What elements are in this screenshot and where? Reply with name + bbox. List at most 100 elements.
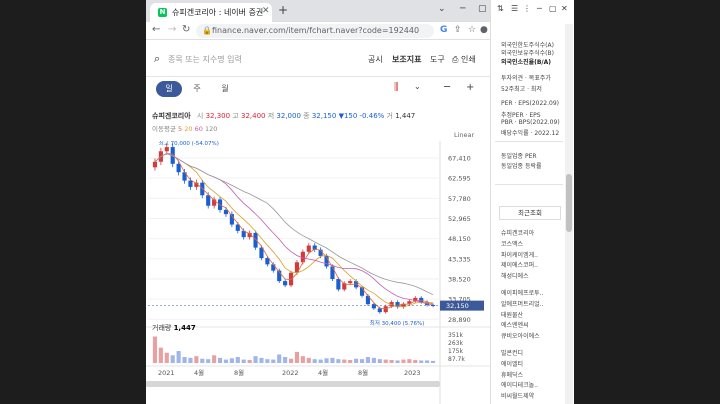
active-tab[interactable]: N 슈피겐코리아 : 네이버 증권 ✕ bbox=[150, 3, 272, 22]
candle-body[interactable] bbox=[206, 195, 211, 206]
search-input[interactable]: 종목 또는 지수명 입력 bbox=[168, 54, 242, 65]
tab-day[interactable]: 일 bbox=[156, 81, 182, 97]
volume-bar[interactable] bbox=[377, 359, 382, 363]
back-icon[interactable]: ← bbox=[152, 24, 160, 35]
volume-bar[interactable] bbox=[383, 359, 388, 363]
volume-bar[interactable] bbox=[182, 357, 187, 363]
extension-icon[interactable]: ⇅ bbox=[497, 4, 504, 13]
candle-body[interactable] bbox=[306, 245, 311, 252]
volume-bar[interactable] bbox=[158, 347, 163, 363]
candle-body[interactable] bbox=[271, 264, 276, 271]
menu-icon[interactable]: ⋮ bbox=[523, 4, 531, 13]
volume-bar[interactable] bbox=[259, 357, 264, 363]
candle-body[interactable] bbox=[188, 180, 193, 187]
volume-bar[interactable] bbox=[324, 358, 329, 363]
tab-week[interactable]: 주 bbox=[190, 81, 204, 97]
volume-bar[interactable] bbox=[152, 336, 158, 363]
volume-bar[interactable] bbox=[342, 359, 347, 363]
recent-stock-link[interactable]: 큐비오아이에스 bbox=[501, 331, 540, 340]
scrollbar-thumb[interactable] bbox=[566, 174, 572, 232]
minimize-icon[interactable]: ─ bbox=[460, 4, 465, 14]
volume-bar[interactable] bbox=[223, 359, 229, 363]
recent-stock-link[interactable]: 코스맥스 bbox=[501, 239, 523, 248]
volume-bar[interactable] bbox=[235, 357, 240, 363]
volume-bar[interactable] bbox=[330, 357, 335, 363]
volume-bar[interactable] bbox=[253, 356, 258, 363]
candle-body[interactable] bbox=[371, 304, 376, 309]
profile-icon[interactable]: ● bbox=[480, 25, 488, 35]
candle-body[interactable] bbox=[419, 297, 424, 303]
volume-bar[interactable] bbox=[365, 357, 371, 363]
volume-bar[interactable] bbox=[164, 352, 169, 363]
volume-bar[interactable] bbox=[294, 351, 300, 363]
ma-20[interactable]: 20 bbox=[184, 125, 192, 133]
scrollbar[interactable] bbox=[565, 24, 573, 404]
volume-bar[interactable] bbox=[419, 360, 424, 363]
close-window-icon[interactable]: ✕ bbox=[561, 4, 568, 13]
volume-bar[interactable] bbox=[288, 358, 294, 363]
address-bar[interactable]: 🔒 finance.naver.com/item/fchart.naver?co… bbox=[196, 24, 434, 38]
google-icon[interactable]: G bbox=[440, 25, 447, 35]
volume-bar[interactable] bbox=[170, 355, 175, 363]
recent-header[interactable]: 최근조회 bbox=[499, 206, 561, 220]
share-icon[interactable]: ⇪ bbox=[454, 25, 462, 35]
volume-bar[interactable] bbox=[194, 356, 199, 363]
recent-stock-link[interactable]: 휴메딕스 bbox=[501, 370, 523, 379]
ma-60[interactable]: 60 bbox=[195, 125, 203, 133]
volume-bar[interactable] bbox=[407, 359, 412, 363]
volume-bar[interactable] bbox=[265, 359, 270, 363]
volume-bar[interactable] bbox=[300, 356, 305, 363]
recent-stock-link[interactable]: 알에프머트리얼.. bbox=[501, 299, 543, 308]
recent-stock-link[interactable]: 에이엘티 bbox=[501, 359, 523, 368]
candle-body[interactable] bbox=[253, 232, 258, 248]
recent-stock-link[interactable]: 비씨월드제약 bbox=[501, 391, 534, 400]
candle-body[interactable] bbox=[288, 272, 294, 286]
candle-body[interactable] bbox=[164, 147, 169, 152]
maximize-icon[interactable]: ▢ bbox=[478, 4, 487, 14]
volume-bar[interactable] bbox=[283, 357, 288, 363]
indicator-link[interactable]: 보조지표 bbox=[392, 54, 421, 65]
recent-stock-link[interactable]: 파이케이엠게.. bbox=[501, 250, 538, 259]
candle-type-icon[interactable]: ⫼ bbox=[394, 82, 399, 93]
recent-stock-link[interactable]: 에이피에프로투.. bbox=[501, 288, 543, 297]
volume-bar[interactable] bbox=[336, 359, 341, 363]
candle-body[interactable] bbox=[330, 266, 335, 280]
recent-stock-link[interactable]: 해성디에스 bbox=[501, 271, 529, 280]
recent-stock-link[interactable]: 에이디테크놀.. bbox=[501, 380, 538, 389]
notice-link[interactable]: 공시 bbox=[368, 54, 383, 65]
volume-bar[interactable] bbox=[206, 359, 211, 363]
tab-close-icon[interactable]: ✕ bbox=[262, 6, 270, 16]
recent-stock-link[interactable]: 빌콘컨디 bbox=[501, 348, 523, 357]
candle-body[interactable] bbox=[348, 281, 353, 284]
candle-body[interactable] bbox=[377, 308, 382, 313]
candle-body[interactable] bbox=[200, 182, 205, 196]
volume-bar[interactable] bbox=[359, 359, 365, 363]
candle-body[interactable] bbox=[176, 163, 181, 173]
new-tab-icon[interactable]: + bbox=[278, 3, 288, 17]
scale-mode[interactable]: Linear bbox=[454, 131, 474, 139]
recent-stock-link[interactable]: 제이에스코퍼.. bbox=[501, 260, 538, 269]
volume-bar[interactable] bbox=[395, 360, 400, 363]
restore-icon[interactable]: ▢ bbox=[549, 4, 557, 13]
volume-bar[interactable] bbox=[188, 357, 193, 363]
volume-bar[interactable] bbox=[413, 360, 418, 363]
candle-body[interactable] bbox=[223, 209, 229, 215]
volume-bar[interactable] bbox=[348, 360, 353, 363]
volume-bar[interactable] bbox=[425, 360, 430, 363]
chart-scrollbar-thumb[interactable] bbox=[146, 381, 440, 387]
bookmark-star-icon[interactable]: ☆ bbox=[468, 25, 476, 35]
chevron-down-icon[interactable]: ⌄ bbox=[414, 82, 421, 91]
volume-bar[interactable] bbox=[176, 351, 181, 363]
zoom-in-icon[interactable]: + bbox=[466, 82, 474, 93]
tab-month[interactable]: 월 bbox=[218, 81, 232, 97]
minimize-icon[interactable]: ─ bbox=[537, 4, 542, 13]
forward-icon[interactable]: → bbox=[168, 24, 176, 35]
zoom-out-icon[interactable]: ─ bbox=[444, 82, 450, 93]
volume-bar[interactable] bbox=[241, 359, 246, 363]
recent-stock-link[interactable]: 슈피겐코리아 bbox=[501, 228, 534, 237]
recent-stock-link[interactable]: 에스엔엔씨 bbox=[501, 320, 529, 329]
recent-stock-link[interactable]: 태원물산 bbox=[501, 310, 523, 319]
volume-bar[interactable] bbox=[430, 360, 436, 363]
chevron-down-icon[interactable]: ⌄ bbox=[438, 4, 446, 14]
volume-bar[interactable] bbox=[212, 355, 217, 363]
